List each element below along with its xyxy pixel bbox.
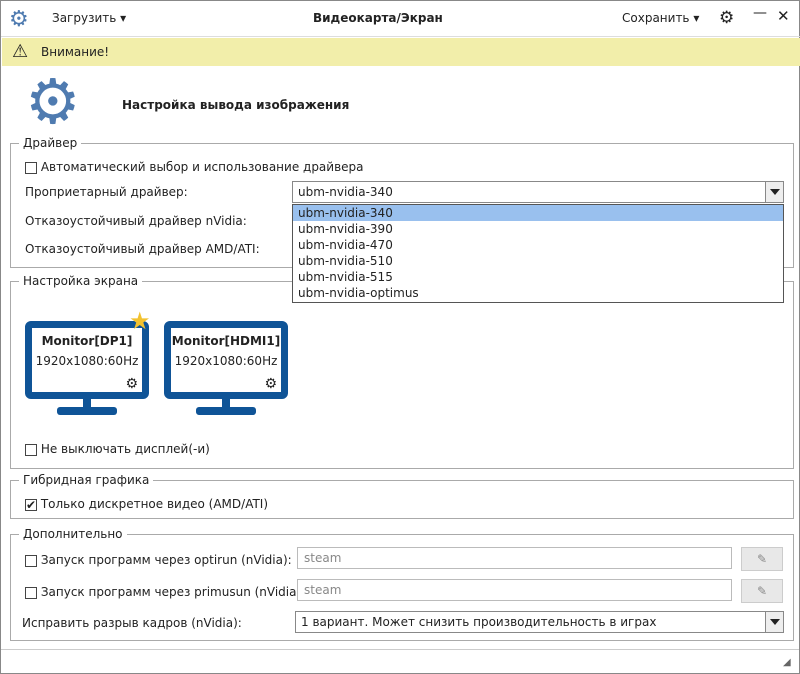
resize-grip-icon[interactable]: ◢ [783, 657, 791, 668]
primusun-edit-button[interactable]: ✎ [741, 579, 783, 603]
warning-bar: ⚠ Внимание! [2, 38, 800, 66]
chevron-down-icon [765, 182, 783, 202]
screen-legend: Настройка экрана [23, 274, 139, 288]
dropdown-option[interactable]: ubm-nvidia-510 [293, 253, 783, 269]
header-title: Настройка вывода изображения [122, 98, 350, 112]
optirun-edit-button[interactable]: ✎ [741, 547, 783, 571]
optirun-input[interactable]: steam [297, 547, 732, 569]
monitor-mode: 1920x1080:60Hz [174, 354, 278, 368]
primusun-value: steam [304, 583, 342, 597]
header-gears-icon: ⚙ [25, 65, 81, 138]
driver-dropdown-list: ubm-nvidia-340 ubm-nvidia-390 ubm-nvidia… [292, 204, 784, 303]
window-title: Видеокарта/Экран [313, 11, 443, 25]
warning-text: Внимание! [41, 45, 110, 59]
close-button[interactable]: ✕ [777, 7, 790, 25]
app-gears-icon: ⚙ [9, 7, 29, 32]
optirun-value: steam [304, 551, 342, 565]
primusun-label: Запуск программ через primusun (nVidia): [40, 585, 306, 599]
load-label: Загрузить [52, 11, 117, 25]
proprietary-value: ubm-nvidia-340 [298, 185, 393, 199]
tearing-select[interactable]: 1 вариант. Может снизить производительно… [295, 611, 784, 633]
tearing-value: 1 вариант. Может снизить производительно… [301, 615, 657, 629]
nodpms-label: Не выключать дисплей(-и) [40, 442, 210, 456]
monitor-settings-icon[interactable]: ⚙ [125, 376, 138, 392]
proprietary-driver-select[interactable]: ubm-nvidia-340 [292, 181, 784, 203]
nvidia-fallback-label: Отказоустойчивый драйвер nVidia: [25, 214, 247, 228]
extra-legend: Дополнительно [23, 527, 123, 541]
dropdown-option[interactable]: ubm-nvidia-390 [293, 221, 783, 237]
tearing-label: Исправить разрыв кадров (nVidia): [22, 616, 242, 630]
monitor-name: Monitor[HDMI1] [171, 334, 281, 348]
auto-driver-label: Автоматический выбор и использование дра… [40, 160, 364, 174]
monitor-mode: 1920x1080:60Hz [35, 354, 139, 368]
dropdown-option[interactable]: ubm-nvidia-340 [293, 205, 783, 221]
proprietary-label: Проприетарный драйвер: [25, 185, 188, 199]
dropdown-option[interactable]: ubm-nvidia-470 [293, 237, 783, 253]
optirun-label: Запуск программ через optirun (nVidia): [40, 553, 292, 567]
nodpms-checkbox[interactable]: Не выключать дисплей(-и) [25, 442, 210, 456]
optirun-checkbox[interactable]: Запуск программ через optirun (nVidia): [25, 553, 292, 567]
driver-legend: Драйвер [23, 136, 78, 150]
primusun-input[interactable]: steam [297, 579, 732, 601]
window: ⚙ Загрузить ▾ Видеокарта/Экран Сохранить… [0, 0, 800, 674]
hybrid-group: Гибридная графика [10, 473, 794, 519]
amd-fallback-label: Отказоустойчивый драйвер AMD/ATI: [25, 242, 260, 256]
save-label: Сохранить [622, 11, 690, 25]
dropdown-option[interactable]: ubm-nvidia-515 [293, 269, 783, 285]
primary-star-icon: ★ [129, 307, 151, 335]
hybrid-legend: Гибридная графика [23, 473, 150, 487]
warning-icon: ⚠ [12, 41, 29, 62]
titlebar: ⚙ Загрузить ▾ Видеокарта/Экран Сохранить… [1, 1, 800, 37]
monitor-settings-icon[interactable]: ⚙ [264, 376, 277, 392]
monitor-hdmi1[interactable]: Monitor[HDMI1] 1920x1080:60Hz ⚙ [164, 321, 288, 399]
discrete-checkbox[interactable]: ✔ Только дискретное видео (AMD/ATI) [25, 497, 268, 511]
discrete-label: Только дискретное видео (AMD/ATI) [40, 497, 269, 511]
primusun-checkbox[interactable]: Запуск программ через primusun (nVidia): [25, 585, 305, 599]
monitor-name: Monitor[DP1] [41, 334, 133, 348]
load-menu[interactable]: Загрузить ▾ [52, 11, 126, 25]
chevron-down-icon [765, 612, 783, 632]
dropdown-option[interactable]: ubm-nvidia-optimus [293, 285, 783, 301]
settings-gear-icon[interactable]: ⚙ [719, 8, 734, 28]
save-menu[interactable]: Сохранить ▾ [622, 11, 699, 25]
minimize-button[interactable]: — [753, 5, 767, 21]
auto-driver-checkbox[interactable]: Автоматический выбор и использование дра… [25, 160, 364, 174]
